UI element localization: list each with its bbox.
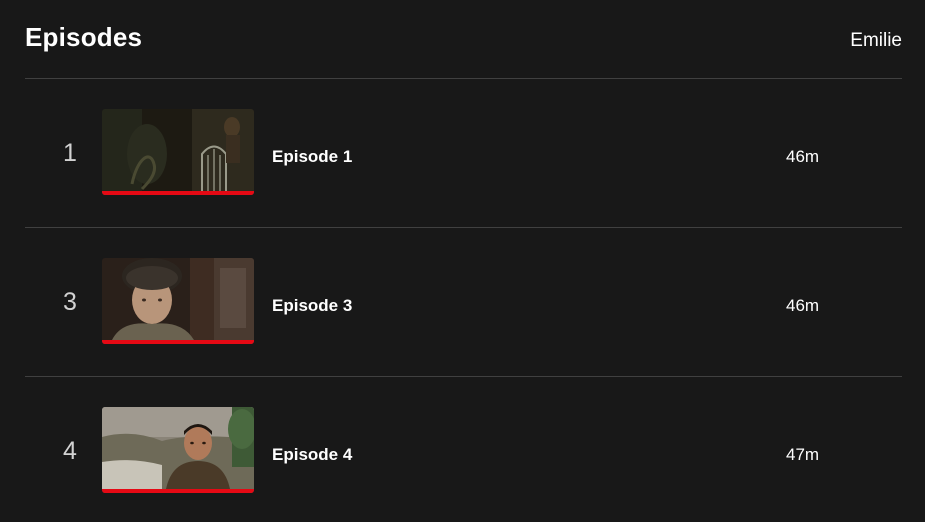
watch-progress-fill (102, 191, 254, 195)
season-selector[interactable]: Emilie (850, 30, 902, 52)
episode-thumbnail[interactable] (102, 407, 254, 493)
episode-duration: 47m (786, 445, 820, 464)
episode-number: 4 (63, 437, 77, 465)
episode-title: Episode 3 (272, 296, 353, 315)
episode-title: Episode 1 (272, 147, 353, 166)
watch-progress-fill (102, 489, 254, 493)
episode-row[interactable]: 3 Episode 3 46m (25, 228, 902, 377)
watch-progress-bar (102, 489, 254, 493)
episode-number: 1 (63, 139, 77, 167)
watch-progress-bar (102, 340, 254, 344)
episode-duration: 46m (786, 147, 820, 166)
episode-thumbnail[interactable] (102, 258, 254, 344)
episode-number: 3 (63, 288, 77, 316)
watch-progress-fill (102, 340, 254, 344)
episode-row[interactable]: 1 Episode 1 46m (25, 79, 902, 228)
watch-progress-bar (102, 191, 254, 195)
man-outdoors-scene-image (102, 407, 254, 489)
child-in-fur-hat-scene-image (102, 258, 254, 340)
episode-thumbnail[interactable] (102, 109, 254, 195)
episode-duration: 46m (786, 296, 820, 315)
episode-list: 1 Episode 1 46m 3 Episode 3 46m 4 Episod… (25, 79, 902, 522)
episode-title: Episode 4 (272, 445, 353, 464)
episode-row[interactable]: 4 Episode 4 47m (25, 377, 902, 522)
dark-interior-scene-image (102, 109, 254, 191)
page-title: Episodes (25, 22, 143, 52)
episodes-panel: Episodes Emilie 1 Episode 1 46m 3 Episod… (0, 0, 925, 522)
episodes-header: Episodes Emilie (25, 0, 902, 79)
